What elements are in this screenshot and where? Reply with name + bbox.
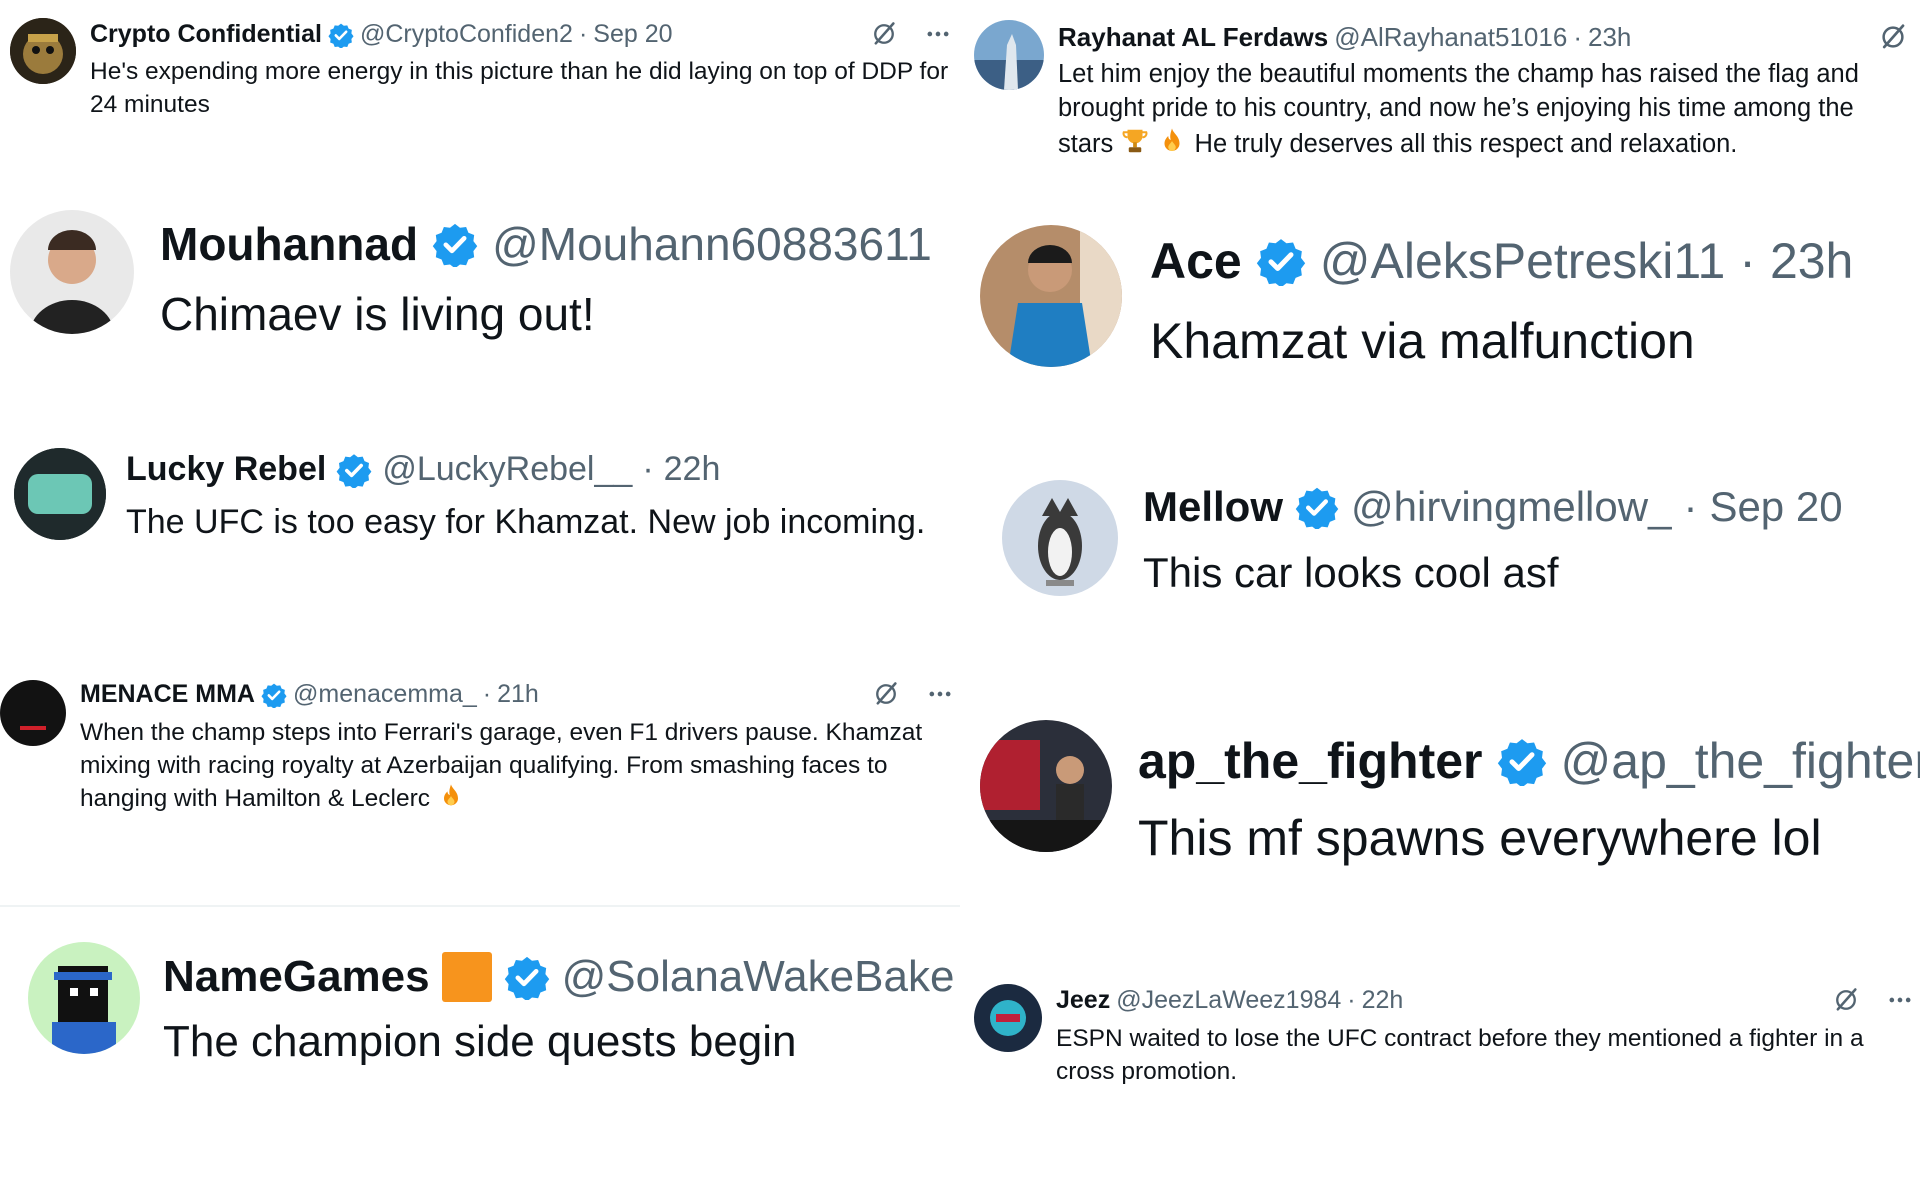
statue-avatar-icon (974, 20, 1044, 90)
tweet-ap-the-fighter[interactable]: ap_the_fighter @ap_the_fighter · This mf… (960, 710, 1920, 890)
fighter-photo-avatar-icon (980, 720, 1112, 852)
author-handle[interactable]: @CryptoConfiden2 (360, 20, 573, 49)
monkey-avatar-icon (10, 18, 76, 84)
separator: · (1573, 22, 1582, 52)
verified-badge-icon (1497, 736, 1547, 786)
avatar[interactable] (974, 20, 1044, 90)
verified-badge-icon (1295, 485, 1339, 529)
verified-badge-icon (504, 954, 550, 1000)
man-blue-shirt-avatar-icon (980, 225, 1122, 367)
author-name[interactable]: Crypto Confidential (90, 20, 322, 49)
tweet-jeez[interactable]: Jeez @JeezLaWeez1984 · 22h ESPN waited t… (960, 970, 1920, 1100)
grok-icon[interactable] (1832, 986, 1860, 1014)
separator: · (1683, 483, 1698, 530)
author-name[interactable]: Lucky Rebel (126, 450, 326, 489)
avatar[interactable] (980, 720, 1112, 852)
tweet-mouhannad[interactable]: Mouhannad @Mouhann60883611 Chimaev is li… (0, 195, 960, 365)
author-handle[interactable]: @Mouhann60883611 (492, 217, 932, 271)
tweet-text: This car looks cool asf (1143, 549, 1559, 596)
tweet-mellow[interactable]: Mellow @hirvingmellow_ · Sep 20 This car… (960, 465, 1920, 615)
avatar[interactable] (980, 225, 1122, 367)
author-handle[interactable]: @ap_the_fighter (1561, 732, 1920, 790)
tweet-text: When the champ steps into Ferrari's gara… (80, 716, 950, 815)
tweet-text-part: He truly deserves all this respect and r… (1194, 129, 1738, 158)
fire-emoji (1157, 126, 1187, 156)
orange-square-emoji (441, 952, 492, 1002)
grok-icon[interactable] (870, 20, 898, 48)
trophy-emoji (1120, 126, 1150, 156)
tweet-menace-mma[interactable]: MENACE MMA @menacemma_ · 21h When the ch… (0, 660, 960, 850)
tweet-text: Chimaev is living out! (160, 288, 595, 340)
author-handle[interactable]: @LuckyRebel__ (382, 450, 632, 489)
tweet-rayhanat[interactable]: Rayhanat AL Ferdaws @AlRayhanat51016 · 2… (960, 0, 1920, 175)
timestamp[interactable]: 22h (664, 450, 721, 489)
timestamp[interactable]: 23h (1770, 232, 1853, 290)
separator: · (1739, 233, 1756, 289)
timestamp[interactable]: 21h (497, 680, 539, 709)
timestamp[interactable]: 22h (1362, 986, 1404, 1015)
pixel-character-avatar-icon (28, 942, 140, 1054)
verified-badge-icon (327, 21, 354, 48)
avatar[interactable] (1002, 480, 1118, 596)
timestamp[interactable]: 23h (1588, 22, 1631, 53)
menace-logo-icon (0, 680, 66, 746)
author-name[interactable]: MENACE MMA (80, 680, 255, 709)
more-icon[interactable] (924, 20, 952, 48)
grok-icon[interactable] (1878, 22, 1908, 52)
divider (0, 905, 960, 907)
tweet-text: The champion side quests begin (163, 1017, 797, 1066)
separator: · (1347, 986, 1356, 1014)
author-name[interactable]: Mellow (1143, 483, 1283, 531)
timestamp[interactable]: Sep 20 (1709, 483, 1842, 531)
author-name[interactable]: Mouhannad (160, 217, 418, 271)
verified-badge-icon (261, 681, 287, 708)
separator: · (642, 450, 654, 488)
separator: · (578, 20, 588, 48)
verified-badge-icon (336, 451, 373, 488)
verified-badge-icon (432, 221, 478, 267)
more-icon[interactable] (1886, 986, 1914, 1014)
author-name[interactable]: Rayhanat AL Ferdaws (1058, 22, 1328, 53)
fire-emoji (437, 782, 465, 810)
man-avatar-icon (10, 210, 134, 334)
author-name[interactable]: Jeez (1056, 986, 1110, 1015)
verified-badge-icon (1256, 236, 1306, 286)
author-handle[interactable]: @menacemma_ (293, 680, 477, 709)
timestamp[interactable]: Sep 20 (593, 20, 672, 49)
tweet-text: Khamzat via malfunction (1150, 313, 1695, 369)
tweet-text: ESPN waited to lose the UFC contract bef… (1056, 1025, 1864, 1086)
tweet-text: The UFC is too easy for Khamzat. New job… (126, 503, 926, 541)
author-handle[interactable]: @AlRayhanat51016 (1334, 22, 1567, 53)
helmet-avatar-icon (974, 984, 1042, 1052)
author-name[interactable]: Ace (1150, 232, 1242, 290)
tweet-text: Let him enjoy the beautiful moments the … (1058, 58, 1878, 162)
tweet-ace[interactable]: Ace @AleksPetreski11 · 23h Khamzat via m… (960, 210, 1920, 390)
avatar[interactable] (974, 984, 1042, 1052)
tweet-namegames[interactable]: NameGames @SolanaWakeBake · The champion… (0, 930, 960, 1100)
avatar[interactable] (0, 680, 66, 746)
lucky-rebel-logo-icon (14, 448, 106, 540)
tweet-crypto-confidential[interactable]: Crypto Confidential @CryptoConfiden2 · S… (0, 0, 960, 150)
tweet-text-part: When the champ steps into Ferrari's gara… (80, 719, 923, 813)
author-handle[interactable]: @hirvingmellow_ (1351, 483, 1671, 531)
tweet-text: This mf spawns everywhere lol (1138, 810, 1822, 866)
author-name[interactable]: NameGames (163, 952, 430, 1002)
author-handle[interactable]: @AleksPetreski11 (1320, 232, 1726, 290)
penguin-avatar-icon (1002, 480, 1118, 596)
grok-icon[interactable] (872, 680, 900, 708)
avatar[interactable] (28, 942, 140, 1054)
avatar[interactable] (14, 448, 106, 540)
separator: · (482, 680, 492, 708)
tweet-text: He's expending more energy in this pictu… (90, 58, 949, 119)
more-icon[interactable] (926, 680, 954, 708)
author-handle[interactable]: @JeezLaWeez1984 (1116, 986, 1341, 1015)
tweet-lucky-rebel[interactable]: Lucky Rebel @LuckyRebel__ · 22h The UFC … (0, 430, 960, 570)
author-name[interactable]: ap_the_fighter (1138, 732, 1483, 790)
avatar[interactable] (10, 210, 134, 334)
author-handle[interactable]: @SolanaWakeBake (562, 952, 955, 1002)
avatar[interactable] (10, 18, 76, 84)
